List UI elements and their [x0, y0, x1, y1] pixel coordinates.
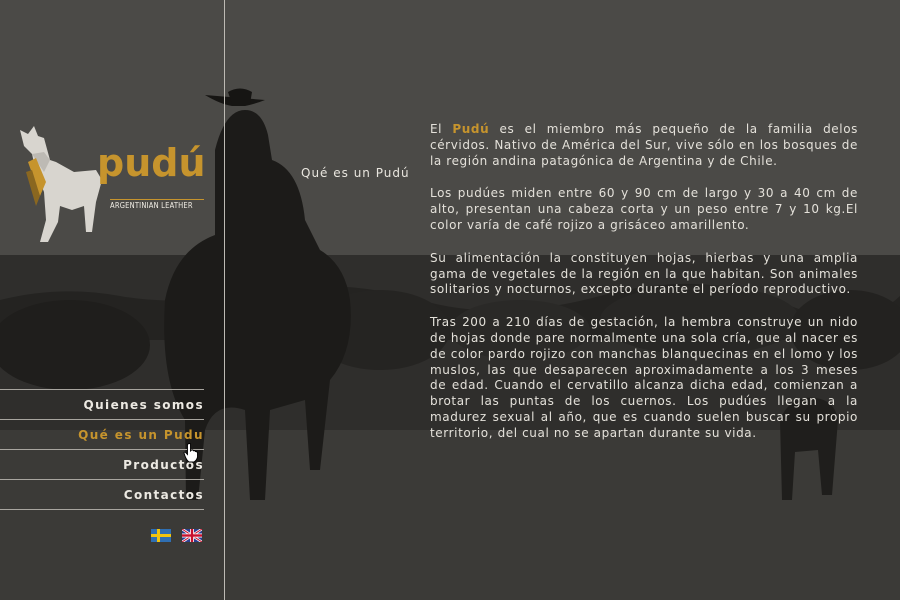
nav-item-quienes-somos[interactable]: Quienes somos [0, 389, 204, 419]
uk-flag-icon[interactable] [182, 529, 202, 542]
paragraph-intro-rest: es el miembro más pequeño de la familia … [430, 122, 859, 168]
brand-tagline: ARGENTINIAN LEATHER [110, 199, 204, 210]
main-nav: Quienes somos Qué es un Pudu Productos C… [0, 389, 204, 510]
paragraph-size: Los pudúes miden entre 60 y 90 cm de lar… [430, 186, 858, 232]
paragraph-intro: El Pudú es el miembro más pequeño de la … [430, 122, 858, 169]
main-content: El Pudú es el miembro más pequeño de la … [430, 122, 858, 459]
paragraph-intro-prefix: El [430, 122, 453, 136]
nav-item-productos[interactable]: Productos [0, 449, 204, 479]
nav-item-contactos[interactable]: Contactos [0, 479, 204, 509]
hand-cursor-icon [183, 443, 198, 463]
section-title: Qué es un Pudú [301, 166, 410, 180]
vertical-divider [224, 0, 225, 600]
brand-name: pudú [97, 141, 206, 185]
sweden-flag-icon[interactable] [151, 529, 171, 542]
highlight-pudu: Pudú [452, 122, 490, 136]
nav-item-que-es-un-pudu[interactable]: Qué es un Pudu [0, 419, 204, 449]
paragraph-diet: Su alimentación la constituyen hojas, hi… [430, 250, 858, 297]
paragraph-reproduction: Tras 200 a 210 días de gestación, la hem… [430, 315, 858, 440]
language-switcher [151, 529, 202, 542]
